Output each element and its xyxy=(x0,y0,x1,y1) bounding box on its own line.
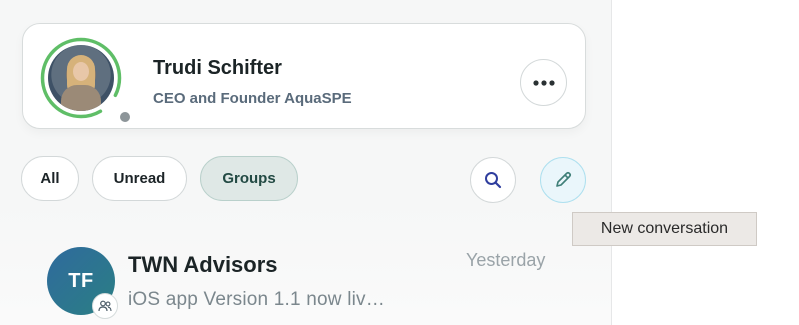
profile-card[interactable]: Trudi Schifter CEO and Founder AquaSPE xyxy=(22,23,586,129)
conversation-time: Yesterday xyxy=(466,250,546,270)
profile-avatar[interactable] xyxy=(40,37,122,119)
conversation-name[interactable]: TWN Advisors xyxy=(128,252,278,278)
more-horizontal-icon xyxy=(532,79,555,86)
group-badge xyxy=(92,293,118,319)
filter-groups[interactable]: Groups xyxy=(200,156,298,201)
detail-pane xyxy=(611,0,799,325)
new-conversation-tooltip: New conversation xyxy=(572,212,757,246)
new-conversation-button[interactable] xyxy=(540,157,586,203)
search-button[interactable] xyxy=(470,157,516,203)
group-icon xyxy=(98,300,112,312)
conversation-list-pane: Trudi Schifter CEO and Founder AquaSPE A… xyxy=(0,0,611,325)
presence-indicator xyxy=(118,110,132,124)
conversation-preview: iOS app Version 1.1 now liv… xyxy=(128,289,385,310)
search-icon xyxy=(485,172,502,189)
profile-title: CEO and Founder AquaSPE xyxy=(153,90,352,107)
more-options-button[interactable] xyxy=(520,59,567,106)
filter-all[interactable]: All xyxy=(21,156,79,201)
avatar-initials: TF xyxy=(68,269,94,292)
filter-unread[interactable]: Unread xyxy=(92,156,187,201)
profile-photo xyxy=(48,45,114,111)
pencil-icon xyxy=(556,171,572,187)
profile-name: Trudi Schifter xyxy=(153,57,282,79)
